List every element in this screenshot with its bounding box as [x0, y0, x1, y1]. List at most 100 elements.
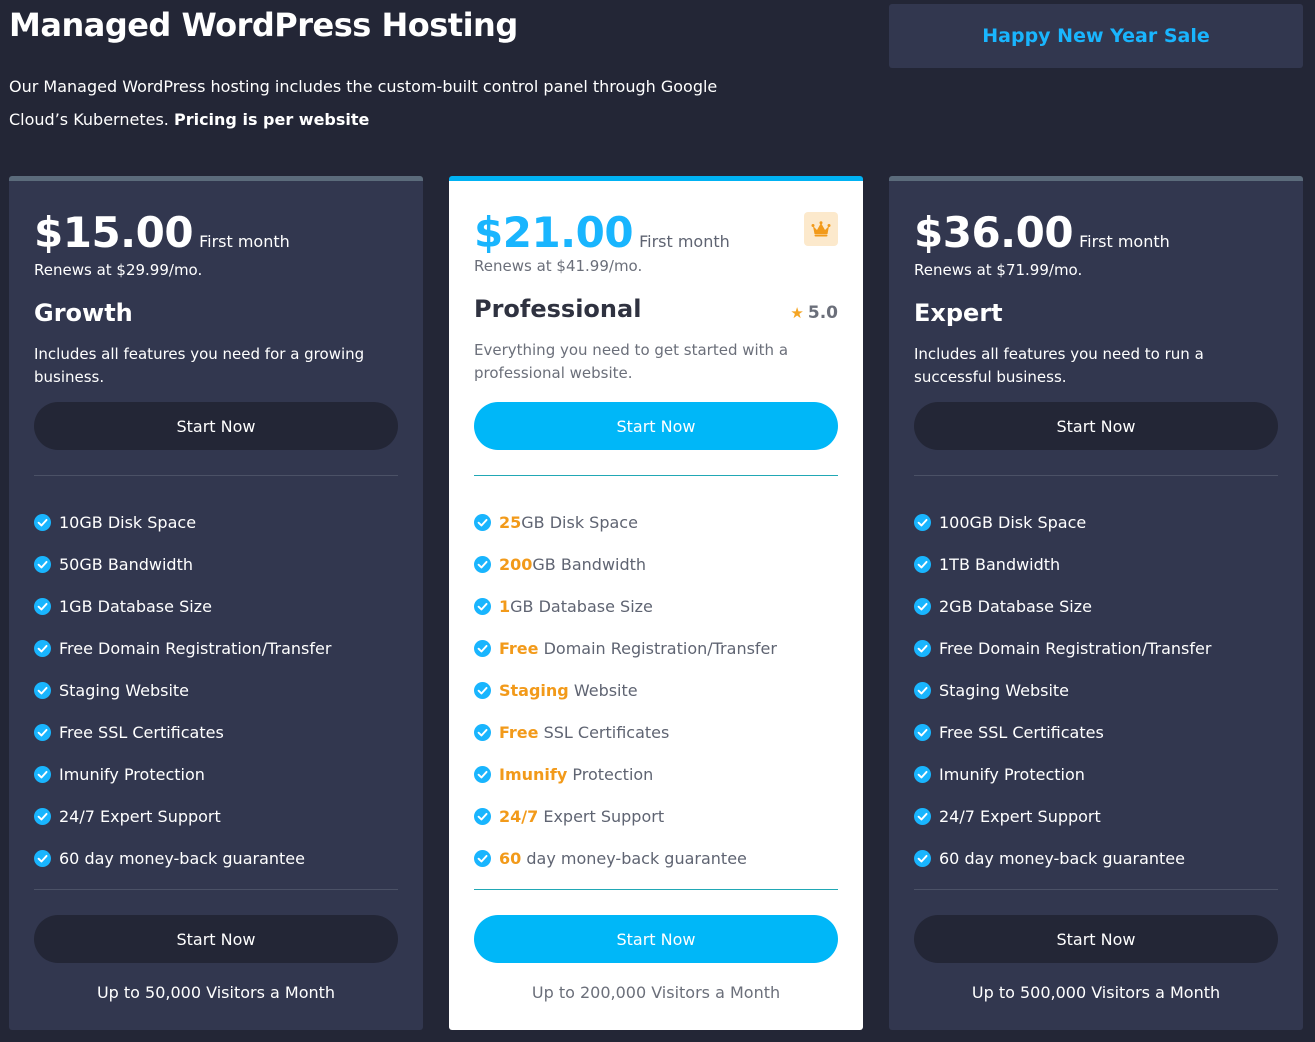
crown-icon: [804, 212, 838, 246]
feature-text: Protection: [567, 765, 654, 785]
check-circle-icon: [474, 555, 491, 573]
check-circle-icon: [474, 850, 491, 868]
feature-text: Staging Website: [939, 680, 1069, 700]
feature-text: 60 day money-back guarantee: [59, 849, 305, 869]
rating: ★ 5.0: [790, 303, 838, 323]
feature-item: 2GB Database Size: [914, 585, 1278, 627]
check-circle-icon: [474, 724, 491, 742]
feature-text: 10GB Disk Space: [59, 512, 197, 532]
feature-item: Free SSL Certificates: [474, 711, 838, 753]
feature-text: 100GB Disk Space: [939, 512, 1087, 532]
start-now-button[interactable]: Start Now: [34, 402, 398, 450]
plan-description: Includes all features you need for a gro…: [34, 345, 365, 386]
check-circle-icon: [34, 639, 51, 657]
feature-highlight: 1: [499, 596, 511, 616]
check-circle-icon: [474, 808, 491, 826]
feature-highlight: 60: [499, 849, 522, 869]
page-title: Managed WordPress Hosting: [9, 6, 518, 44]
feature-highlight: 24/7: [499, 807, 539, 827]
divider: [474, 475, 838, 476]
feature-list: 10GB Disk Space 50GB Bandwidth 1GB Databas…: [34, 501, 398, 880]
check-circle-icon: [474, 681, 491, 699]
start-now-button[interactable]: Start Now: [474, 915, 838, 963]
feature-text: Expert Support: [538, 807, 665, 827]
feature-highlight: 25: [499, 512, 522, 532]
check-circle-icon: [474, 597, 491, 615]
feature-text: GB Bandwidth: [532, 554, 647, 574]
feature-text: Domain Registration/Transfer: [538, 638, 777, 658]
plan-card-professional: $21.00 First month Renews at $41.99/mo. …: [449, 176, 863, 1030]
renewal-price: Renews at $41.99/mo.: [474, 257, 643, 275]
check-circle-icon: [474, 639, 491, 657]
feature-item: 24/7 Expert Support: [474, 796, 838, 838]
feature-text: Website: [568, 680, 638, 700]
renewal-price: Renews at $29.99/mo.: [34, 261, 203, 279]
feature-text: Staging Website: [59, 680, 189, 700]
start-now-button[interactable]: Start Now: [34, 915, 398, 963]
feature-item: 24/7 Expert Support: [34, 796, 398, 838]
check-circle-icon: [914, 808, 931, 826]
check-circle-icon: [914, 681, 931, 699]
feature-item: 60 day money-back guarantee: [914, 838, 1278, 880]
check-circle-icon: [34, 555, 51, 573]
feature-item: 1TB Bandwidth: [914, 543, 1278, 585]
check-circle-icon: [914, 850, 931, 868]
feature-item: 200 GB Bandwidth: [474, 543, 838, 585]
check-circle-icon: [34, 724, 51, 742]
feature-item: Staging Website: [914, 669, 1278, 711]
start-now-button[interactable]: Start Now: [914, 915, 1278, 963]
check-circle-icon: [474, 766, 491, 784]
check-circle-icon: [474, 513, 491, 531]
feature-text: Imunify Protection: [939, 765, 1085, 785]
plan-card-expert: $36.00 First month Renews at $71.99/mo. …: [889, 176, 1303, 1030]
plan-price: $21.00: [474, 208, 634, 257]
price-note: First month: [199, 232, 290, 251]
feature-text: Free SSL Certificates: [939, 723, 1104, 743]
feature-highlight: Free: [499, 638, 539, 658]
feature-item: Free Domain Registration/Transfer: [914, 627, 1278, 669]
start-now-button[interactable]: Start Now: [914, 402, 1278, 450]
feature-text: 50GB Bandwidth: [59, 554, 193, 574]
price-note: First month: [639, 232, 730, 251]
price-row: $36.00 First month: [914, 208, 1170, 257]
divider: [914, 475, 1278, 476]
feature-item: Free Domain Registration/Transfer: [34, 627, 398, 669]
feature-text: 1GB Database Size: [59, 596, 212, 616]
renewal-price: Renews at $71.99/mo.: [914, 261, 1083, 279]
divider: [34, 475, 398, 476]
feature-item: 10GB Disk Space: [34, 501, 398, 543]
plan-name: Expert: [914, 299, 1003, 327]
check-circle-icon: [914, 513, 931, 531]
plan-price: $15.00: [34, 208, 194, 257]
feature-item: Staging Website: [34, 669, 398, 711]
feature-item: 1GB Database Size: [474, 585, 838, 627]
feature-item: Staging Website: [474, 669, 838, 711]
feature-highlight: 200: [499, 554, 533, 574]
feature-text: 1TB Bandwidth: [939, 554, 1061, 574]
feature-text: Free Domain Registration/Transfer: [939, 638, 1212, 658]
intro-pricing-note: Pricing is per website: [173, 110, 370, 129]
feature-text: 24/7 Expert Support: [939, 807, 1101, 827]
feature-item: Free SSL Certificates: [914, 711, 1278, 753]
feature-list: 25 GB Disk Space 200 GB Bandwidth 1 GB Databa…: [474, 501, 838, 880]
divider: [34, 889, 398, 890]
plan-price: $36.00: [914, 208, 1074, 257]
star-icon: ★: [790, 304, 804, 322]
feature-highlight: Free: [499, 723, 539, 743]
rating-value: 5.0: [807, 303, 838, 323]
feature-item: 25 GB Disk Space: [474, 501, 838, 543]
divider: [474, 889, 838, 890]
price-row: $21.00 First month: [474, 208, 730, 257]
feature-text: GB Database Size: [510, 596, 653, 616]
feature-item: Free Domain Registration/Transfer: [474, 627, 838, 669]
visitors-limit: Up to 50,000 Visitors a Month: [96, 983, 336, 1002]
check-circle-icon: [34, 597, 51, 615]
divider: [914, 889, 1278, 890]
check-circle-icon: [34, 681, 51, 699]
plan-description: Includes all features you need to run a …: [914, 345, 1204, 386]
start-now-button[interactable]: Start Now: [474, 402, 838, 450]
sale-banner[interactable]: Happy New Year Sale: [889, 4, 1303, 68]
feature-text: Free SSL Certificates: [59, 723, 224, 743]
check-circle-icon: [914, 724, 931, 742]
feature-text: Imunify Protection: [59, 765, 205, 785]
